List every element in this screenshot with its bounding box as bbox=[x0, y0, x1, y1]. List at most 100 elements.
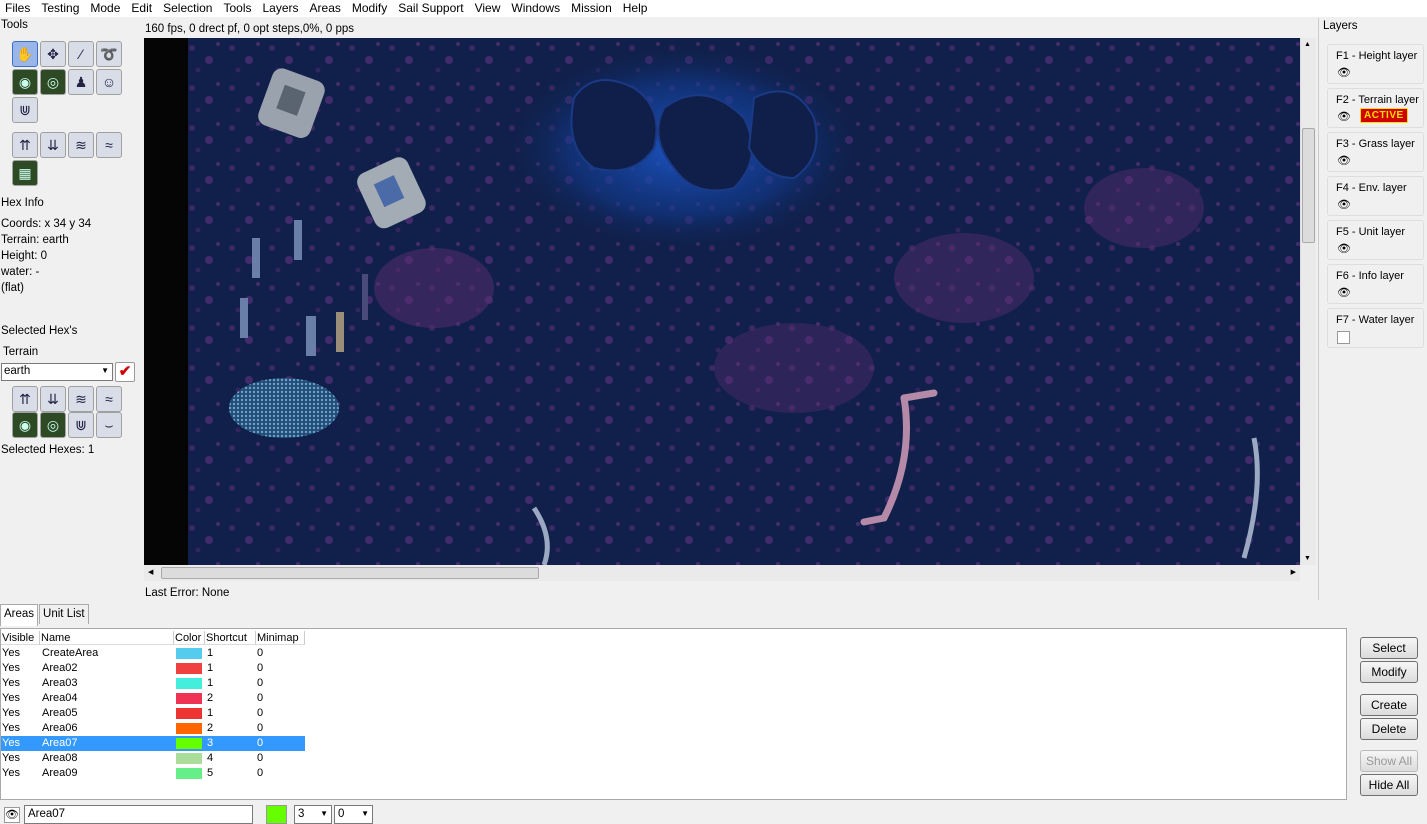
layer-item-5[interactable]: F5 - Unit layer 👁 bbox=[1327, 220, 1424, 260]
menu-areas[interactable]: Areas bbox=[305, 0, 347, 17]
menu-tools[interactable]: Tools bbox=[218, 0, 257, 17]
scroll-up-icon[interactable]: ▲ bbox=[1304, 41, 1311, 48]
create-button[interactable]: Create bbox=[1360, 694, 1418, 716]
wand-tool-icon[interactable]: ⁄ bbox=[68, 41, 94, 67]
scroll-down-icon[interactable]: ▼ bbox=[1304, 555, 1311, 562]
flatten-tool-icon[interactable]: ⌣ bbox=[96, 412, 122, 438]
table-row[interactable]: Yes Area06 2 0 bbox=[1, 721, 305, 736]
cell-minimap: 0 bbox=[257, 707, 264, 719]
column-header-color[interactable]: Color bbox=[174, 631, 205, 645]
shortcut-select[interactable]: 3 ▼ bbox=[294, 805, 332, 824]
cell-visible: Yes bbox=[2, 677, 20, 689]
lower-tool-icon-2[interactable]: ⇊ bbox=[40, 386, 66, 412]
layer-label: F5 - Unit layer bbox=[1336, 226, 1406, 238]
lower-tool-icon[interactable]: ⇊ bbox=[40, 132, 66, 158]
table-row[interactable]: Yes Area05 1 0 bbox=[1, 706, 305, 721]
horizontal-scrollbar[interactable]: ◀ ▶ bbox=[144, 565, 1300, 581]
menu-help[interactable]: Help bbox=[618, 0, 654, 17]
area-color-swatch[interactable] bbox=[266, 805, 287, 824]
menu-testing[interactable]: Testing bbox=[36, 0, 85, 17]
terrain-select[interactable]: earth ▼ bbox=[1, 363, 113, 381]
terrain-remove-icon[interactable]: ◎ bbox=[40, 69, 66, 95]
vertical-scroll-thumb[interactable] bbox=[1302, 128, 1315, 243]
face-tool-icon[interactable]: ☺ bbox=[96, 69, 122, 95]
menu-sail-support[interactable]: Sail Support bbox=[393, 0, 469, 17]
grass-tool-icon[interactable]: ⋓ bbox=[12, 97, 38, 123]
menu-modify[interactable]: Modify bbox=[347, 0, 393, 17]
layer-item-7[interactable]: F7 - Water layer bbox=[1327, 308, 1424, 348]
tab-areas[interactable]: Areas bbox=[0, 604, 39, 626]
minimap-select[interactable]: 0 ▼ bbox=[334, 805, 373, 824]
visibility-eye-icon[interactable]: 👁 bbox=[4, 807, 20, 823]
water-tool-icon[interactable]: ≈ bbox=[96, 132, 122, 158]
eye-icon[interactable]: 👁 bbox=[1337, 111, 1351, 123]
layer-label: F1 - Height layer bbox=[1336, 50, 1418, 62]
menu-selection[interactable]: Selection bbox=[158, 0, 218, 17]
menu-files[interactable]: Files bbox=[0, 0, 36, 17]
table-row[interactable]: Yes Area03 1 0 bbox=[1, 676, 305, 691]
table-row[interactable]: Yes Area02 1 0 bbox=[1, 661, 305, 676]
column-header-name[interactable]: Name bbox=[40, 631, 174, 645]
unit-tool-icon[interactable]: ♟ bbox=[68, 69, 94, 95]
cell-visible: Yes bbox=[2, 737, 20, 749]
show-all-button[interactable]: Show All bbox=[1360, 750, 1418, 772]
apply-check-icon[interactable]: ✔ bbox=[115, 362, 135, 382]
layer-item-1[interactable]: F1 - Height layer 👁 bbox=[1327, 44, 1424, 84]
hide-all-button[interactable]: Hide All bbox=[1360, 774, 1418, 796]
layer-item-2[interactable]: F2 - Terrain layer 👁 ACTIVE bbox=[1327, 88, 1424, 128]
grass-tool-icon-2[interactable]: ⋓ bbox=[68, 412, 94, 438]
eye-icon[interactable]: 👁 bbox=[1337, 67, 1351, 79]
column-header-visible[interactable]: Visible bbox=[1, 631, 40, 645]
menu-mode[interactable]: Mode bbox=[85, 0, 126, 17]
terrain-remove-icon-2[interactable]: ◎ bbox=[40, 412, 66, 438]
area-name-input[interactable]: Area07 bbox=[24, 805, 253, 824]
table-row[interactable]: Yes Area09 5 0 bbox=[1, 766, 305, 781]
table-row[interactable]: Yes CreateArea 1 0 bbox=[1, 646, 305, 661]
raise-tool-icon[interactable]: ⇈ bbox=[12, 132, 38, 158]
menu-mission[interactable]: Mission bbox=[566, 0, 618, 17]
modify-button[interactable]: Modify bbox=[1360, 661, 1418, 683]
eye-icon[interactable]: 👁 bbox=[1337, 243, 1351, 255]
terrain-add-icon-2[interactable]: ◉ bbox=[12, 412, 38, 438]
map-viewport[interactable] bbox=[144, 38, 1300, 565]
areas-list[interactable]: Visible Name Color Shortcut Minimap Yes Create… bbox=[0, 628, 1347, 800]
menu-view[interactable]: View bbox=[470, 0, 507, 17]
bottom-tabs: Areas Unit List bbox=[0, 604, 90, 626]
layer-item-3[interactable]: F3 - Grass layer 👁 bbox=[1327, 132, 1424, 172]
layer-item-6[interactable]: F6 - Info layer 👁 bbox=[1327, 264, 1424, 304]
water-tool-icon-2[interactable]: ≈ bbox=[96, 386, 122, 412]
cell-visible: Yes bbox=[2, 722, 20, 734]
tab-unit-list[interactable]: Unit List bbox=[39, 604, 89, 624]
eye-icon[interactable]: 👁 bbox=[1337, 287, 1351, 299]
cell-minimap: 0 bbox=[257, 692, 264, 704]
column-header-minimap[interactable]: Minimap bbox=[256, 631, 305, 645]
eye-icon[interactable]: 👁 bbox=[1337, 155, 1351, 167]
delete-button[interactable]: Delete bbox=[1360, 718, 1418, 740]
fill-tool-icon[interactable]: ▦ bbox=[12, 160, 38, 186]
horizontal-scroll-thumb[interactable] bbox=[161, 567, 539, 579]
layer-item-4[interactable]: F4 - Env. layer 👁 bbox=[1327, 176, 1424, 216]
table-row[interactable]: Yes Area04 2 0 bbox=[1, 691, 305, 706]
cell-name: Area04 bbox=[42, 692, 78, 704]
select-button[interactable]: Select bbox=[1360, 637, 1418, 659]
scroll-right-icon[interactable]: ▶ bbox=[1291, 568, 1296, 576]
raise-tool-icon-2[interactable]: ⇈ bbox=[12, 386, 38, 412]
column-header-shortcut[interactable]: Shortcut bbox=[205, 631, 256, 645]
eye-icon[interactable]: 👁 bbox=[1337, 199, 1351, 211]
layer-visibility-checkbox[interactable] bbox=[1337, 331, 1350, 344]
lasso-tool-icon[interactable]: ➰ bbox=[96, 41, 122, 67]
vertical-scrollbar[interactable]: ▲ ▼ bbox=[1300, 38, 1316, 565]
menu-windows[interactable]: Windows bbox=[506, 0, 566, 17]
move-tool-icon[interactable]: ✥ bbox=[40, 41, 66, 67]
terrain-add-icon[interactable]: ◉ bbox=[12, 69, 38, 95]
menu-layers[interactable]: Layers bbox=[257, 0, 304, 17]
layer-label: F6 - Info layer bbox=[1336, 270, 1404, 282]
smooth-tool-icon[interactable]: ≋ bbox=[68, 132, 94, 158]
hand-tool-icon[interactable]: ✋ bbox=[12, 41, 38, 67]
menu-edit[interactable]: Edit bbox=[126, 0, 158, 17]
table-row[interactable]: Yes Area07 3 0 bbox=[1, 736, 305, 751]
scroll-left-icon[interactable]: ◀ bbox=[148, 568, 153, 576]
flat-text: (flat) bbox=[1, 282, 24, 294]
smooth-tool-icon-2[interactable]: ≋ bbox=[68, 386, 94, 412]
table-row[interactable]: Yes Area08 4 0 bbox=[1, 751, 305, 766]
